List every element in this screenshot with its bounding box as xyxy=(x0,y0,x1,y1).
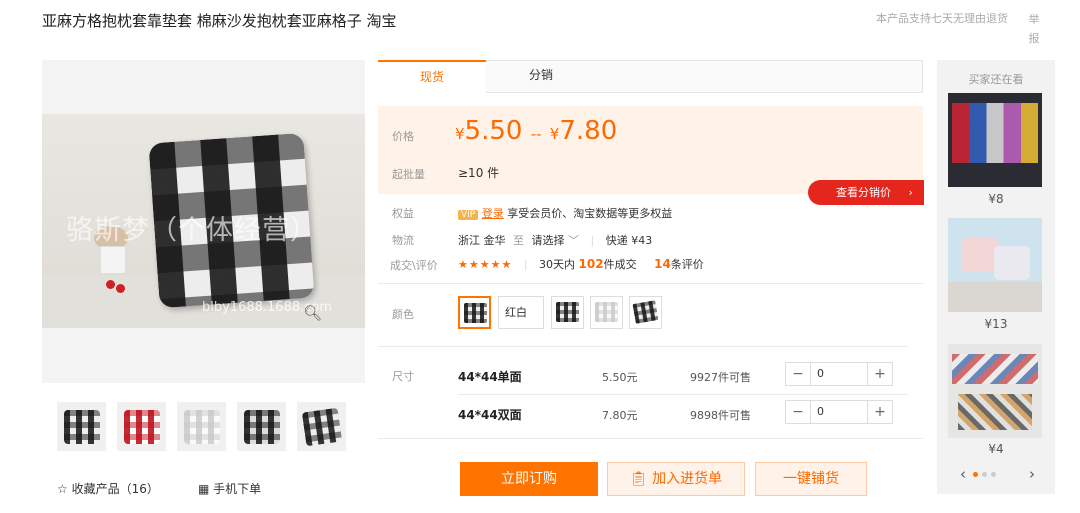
to-label: 至 xyxy=(513,234,524,247)
thumbnail[interactable] xyxy=(177,402,226,451)
side-pager: ‹ › xyxy=(960,465,1035,483)
report-link[interactable]: 举报 xyxy=(1027,10,1041,48)
berry-decor xyxy=(106,280,115,289)
return-notice: 本产品支持七天无理由退货 xyxy=(876,12,1008,25)
thumbnail[interactable] xyxy=(237,402,286,451)
mobile-order-button[interactable]: ▦ 手机下单 xyxy=(198,480,261,497)
quantity-stepper: − 0 + xyxy=(785,362,893,386)
size-price: 7.80元 xyxy=(602,409,638,422)
chevron-down-icon: ﹀ xyxy=(568,234,579,247)
moq-value: ≥10 件 xyxy=(458,166,500,180)
size-label: 尺寸 xyxy=(392,370,414,383)
chevron-right-icon: › xyxy=(908,186,913,199)
zoom-icon[interactable]: 🔍︎ xyxy=(303,304,322,322)
minus-button[interactable]: − xyxy=(786,401,810,423)
minus-button[interactable]: − xyxy=(786,363,810,385)
review-suffix: 条评价 xyxy=(670,258,704,271)
quantity-input[interactable]: 0 xyxy=(810,401,868,423)
quantity-stepper: − 0 + xyxy=(785,400,893,424)
price-low: 5.50 xyxy=(464,116,523,146)
moq-label: 起批量 xyxy=(392,168,425,181)
color-option-check[interactable] xyxy=(551,296,584,329)
side-product-image[interactable] xyxy=(948,218,1042,312)
tab-in-stock[interactable]: 现货 xyxy=(378,60,486,93)
color-option-red-white[interactable]: 红白色 xyxy=(498,296,544,329)
logistics-row: 浙江 金华 至 请选择 ﹀ | 快递 ¥43 xyxy=(458,232,652,248)
price-range: ¥5.50 -- ¥7.80 xyxy=(455,116,618,146)
clipboard-icon: 📋︎ xyxy=(629,471,648,487)
size-stock: 9898件可售 xyxy=(690,409,751,422)
deals-period: 30天内 xyxy=(539,258,576,271)
side-product-image[interactable] xyxy=(948,93,1042,187)
thumbnail[interactable] xyxy=(117,402,166,451)
mobile-order-label: 手机下单 xyxy=(213,482,262,496)
logistics-label: 物流 xyxy=(392,234,414,247)
quantity-input[interactable]: 0 xyxy=(810,363,868,385)
thumbnail[interactable] xyxy=(57,402,106,451)
favorite-label: 收藏产品（16） xyxy=(71,482,159,496)
deals-count-suffix: 件成交 xyxy=(603,258,637,271)
divider: | xyxy=(523,258,528,271)
color-label: 颜色 xyxy=(392,308,414,321)
chevron-left-icon[interactable]: ‹ xyxy=(960,465,966,483)
berry-decor xyxy=(116,284,125,293)
tab-distribution[interactable]: 分销 xyxy=(519,60,563,93)
divider xyxy=(378,283,923,284)
rating-stars: ★★★★★ xyxy=(458,258,513,271)
size-price: 5.50元 xyxy=(602,371,638,384)
favorite-button[interactable]: ☆ 收藏产品（16） xyxy=(57,480,159,497)
deals-count: 102 xyxy=(578,257,604,271)
size-name: 44*44双面 xyxy=(458,408,522,422)
color-option-check-alt[interactable] xyxy=(629,296,662,329)
benefits-text: 享受会员价、淘宝数据等更多权益 xyxy=(507,207,673,220)
plus-button[interactable]: + xyxy=(868,363,892,385)
view-distribution-price-button[interactable]: 查看分销价 › xyxy=(808,180,924,205)
pager-dot[interactable] xyxy=(981,472,987,477)
color-option-white[interactable] xyxy=(590,296,623,329)
qr-code-icon: ▦ xyxy=(198,482,210,496)
deals-label: 成交\评价 xyxy=(390,259,438,272)
divider xyxy=(378,346,908,347)
star-icon: ☆ xyxy=(57,482,68,496)
origin-location: 浙江 金华 xyxy=(458,234,506,247)
one-click-distribute-button[interactable]: 一键铺货 xyxy=(755,462,867,496)
pager-dot[interactable] xyxy=(972,472,978,477)
express-fee: 快递 ¥43 xyxy=(605,234,653,247)
benefits-label: 权益 xyxy=(392,207,414,220)
vase-decor xyxy=(100,246,126,274)
thumbnail-strip xyxy=(57,402,357,451)
divider xyxy=(378,438,923,439)
pager-dot[interactable] xyxy=(990,472,996,477)
size-name: 44*44单面 xyxy=(458,370,522,384)
plus-button[interactable]: + xyxy=(868,401,892,423)
side-panel-title: 买家还在看 xyxy=(968,73,1024,86)
divider: | xyxy=(590,234,595,247)
main-product-image[interactable]: 骆斯梦（个体经营） blby1688.1688.com xyxy=(42,60,365,383)
color-option-black-white[interactable] xyxy=(458,296,491,329)
image-watermark: 骆斯梦（个体经营） xyxy=(66,215,318,246)
vip-badge: VIP xyxy=(458,210,479,220)
price-high: 7.80 xyxy=(559,116,618,146)
deals-row: ★★★★★ | 30天内 102件成交 14条评价 xyxy=(458,256,704,272)
divider xyxy=(458,394,908,395)
product-title: 亚麻方格抱枕套靠垫套 棉麻沙发抱枕套亚麻格子 淘宝 xyxy=(42,12,397,30)
offer-tabs: 现货 分销 xyxy=(378,60,923,93)
side-product-image[interactable] xyxy=(948,344,1042,438)
chevron-right-icon[interactable]: › xyxy=(1029,465,1035,483)
side-product-price: ¥4 xyxy=(988,442,1004,456)
order-now-button[interactable]: 立即订购 xyxy=(460,462,598,496)
add-to-cart-button[interactable]: 📋︎ 加入进货单 xyxy=(607,462,745,496)
side-product-price: ¥8 xyxy=(988,192,1004,206)
destination-select[interactable]: 请选择 ﹀ xyxy=(532,234,580,247)
size-stock: 9927件可售 xyxy=(690,371,751,384)
login-link[interactable]: 登录 xyxy=(482,207,504,220)
price-label: 价格 xyxy=(392,130,414,143)
thumbnail[interactable] xyxy=(297,402,346,451)
side-product-price: ¥13 xyxy=(984,317,1008,331)
benefits-row: VIP 登录 享受会员价、淘宝数据等更多权益 xyxy=(458,205,672,221)
review-count[interactable]: 14 xyxy=(654,257,671,271)
